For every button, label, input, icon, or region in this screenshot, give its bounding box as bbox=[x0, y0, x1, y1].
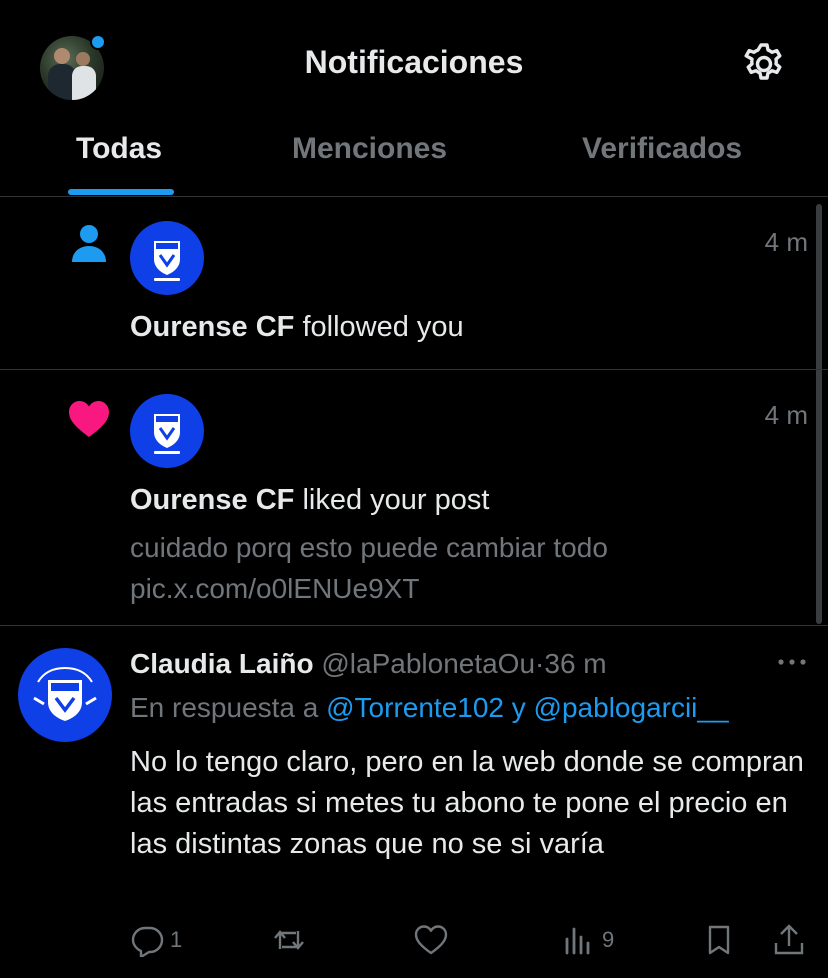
heart-icon bbox=[69, 401, 109, 437]
ourense-cf-avatar[interactable] bbox=[130, 394, 204, 468]
like-button[interactable] bbox=[414, 922, 454, 958]
reply-button[interactable]: 1 bbox=[130, 922, 182, 958]
bookmark-button[interactable] bbox=[702, 922, 736, 958]
more-icon[interactable] bbox=[776, 652, 808, 672]
repost-icon bbox=[274, 930, 304, 950]
ourense-cf-avatar[interactable] bbox=[130, 221, 204, 295]
tab-verificados[interactable]: Verificados bbox=[582, 132, 742, 166]
ourense-crest-icon bbox=[154, 414, 180, 454]
reply-and: y bbox=[511, 692, 526, 723]
bookmark-icon bbox=[708, 925, 730, 955]
views-count: 9 bbox=[602, 927, 615, 952]
reply-prefix: En respuesta a bbox=[130, 692, 319, 723]
reply-count: 1 bbox=[170, 927, 183, 952]
separator: · bbox=[535, 648, 545, 679]
tweet-avatar[interactable] bbox=[18, 648, 112, 742]
like-icon bbox=[414, 925, 448, 955]
tweet-header: Claudia Laiño @laPablonetaOu·36 m bbox=[130, 648, 607, 680]
mention-link[interactable]: @Torrente102 bbox=[326, 692, 504, 723]
notification-text: Ourense CF followed you bbox=[130, 311, 464, 344]
ourense-crest-icon bbox=[33, 666, 97, 721]
tab-todas[interactable]: Todas bbox=[76, 132, 162, 166]
actor-name[interactable]: Ourense CF bbox=[130, 484, 294, 516]
share-icon bbox=[774, 924, 804, 955]
tweet-author-handle[interactable]: @laPablonetaOu bbox=[321, 648, 535, 679]
notification-text: Ourense CF liked your post bbox=[130, 484, 489, 517]
liked-post-text[interactable]: cuidado porq esto puede cambiar todo bbox=[130, 527, 608, 569]
notification-time: 4 m bbox=[764, 400, 808, 430]
ourense-crest-icon bbox=[154, 241, 180, 281]
mention-link[interactable]: @pablogarcii__ bbox=[534, 692, 729, 723]
tab-menciones[interactable]: Menciones bbox=[292, 132, 447, 166]
person-icon bbox=[72, 225, 106, 262]
header: Notificaciones Todas Menciones Verificad… bbox=[0, 0, 828, 197]
reply-context: En respuesta a @Torrente102 y @pablogarc… bbox=[130, 692, 729, 724]
notification-like[interactable]: 4 m Ourense CF liked your post cuidado p… bbox=[0, 370, 828, 626]
tweet-time[interactable]: 36 m bbox=[544, 648, 606, 679]
liked-post-link[interactable]: pic.x.com/o0lENUe9XT bbox=[130, 568, 419, 610]
share-button[interactable] bbox=[772, 922, 806, 958]
views-icon bbox=[565, 927, 590, 955]
active-tab-indicator bbox=[68, 189, 174, 195]
notification-action: followed you bbox=[302, 311, 464, 343]
repost-button[interactable] bbox=[272, 922, 312, 958]
tweet-author-name[interactable]: Claudia Laiño bbox=[130, 648, 314, 679]
actor-name[interactable]: Ourense CF bbox=[130, 311, 294, 343]
page-title: Notificaciones bbox=[304, 44, 524, 80]
views-button[interactable]: 9 bbox=[562, 922, 614, 958]
tweet-text: No lo tengo claro, pero en la web donde … bbox=[130, 746, 804, 860]
notification-action: liked your post bbox=[302, 484, 490, 516]
reply-icon bbox=[131, 926, 164, 957]
gear-icon[interactable] bbox=[740, 40, 788, 88]
notification-follow[interactable]: 4 m Ourense CF followed you bbox=[0, 197, 828, 370]
notification-time: 4 m bbox=[764, 227, 808, 257]
